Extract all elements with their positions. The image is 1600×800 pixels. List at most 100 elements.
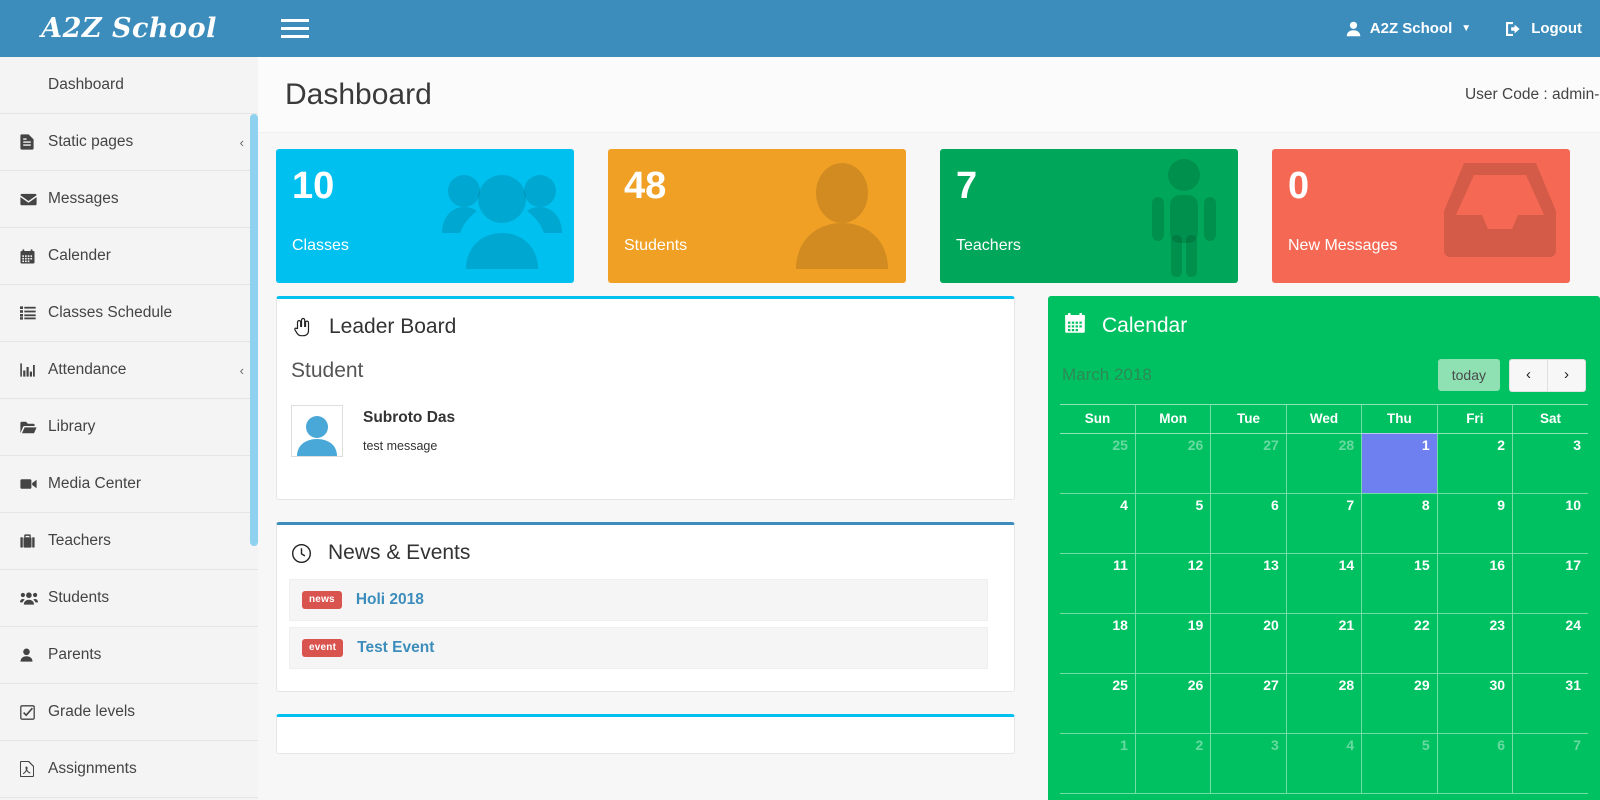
sidebar-nav: Dashboard Static pages ‹ Messages Calender Cl… (0, 57, 258, 798)
sidebar-item-dashboard[interactable]: Dashboard (0, 57, 258, 114)
calendar-day-cell[interactable]: 14 (1285, 552, 1362, 614)
calendar-day-cell[interactable]: 18 (1060, 612, 1136, 674)
calendar-day-cell[interactable]: 27 (1210, 432, 1287, 494)
calendar-day-cell[interactable]: 7 (1512, 732, 1588, 794)
extra-panel (276, 714, 1015, 754)
calendar-icon (20, 248, 44, 264)
calendar-day-cell[interactable]: 21 (1285, 612, 1362, 674)
person-standing-icon (1142, 157, 1226, 282)
calendar-day-cell[interactable]: 26 (1134, 672, 1211, 734)
leader-board-list: Subroto Das test message (291, 405, 1000, 483)
calendar-day-cell[interactable]: 6 (1210, 492, 1287, 554)
calendar-day-cell[interactable]: 27 (1210, 672, 1287, 734)
dashboard-page: A2Z School Dashboard Static pages ‹ Message… (0, 0, 1600, 800)
sidebar-item-library[interactable]: Library (0, 399, 258, 456)
stat-card-teachers[interactable]: 7 Teachers (940, 149, 1238, 283)
news-event-link[interactable]: Test Event (357, 639, 434, 657)
calendar-day-cell[interactable]: 4 (1285, 732, 1362, 794)
stat-card-caption: Classes (292, 237, 349, 254)
calendar-day-cell[interactable]: 28 (1285, 432, 1362, 494)
sidebar-item-attendance[interactable]: Attendance ‹ (0, 342, 258, 399)
inbox-icon (1442, 157, 1558, 262)
logout-button[interactable]: Logout (1505, 20, 1582, 37)
calendar-day-cell[interactable]: 16 (1436, 552, 1513, 614)
calendar-day-cell[interactable]: 31 (1512, 672, 1588, 734)
sidebar-item-assignments[interactable]: Assignments (0, 741, 258, 798)
calendar-day-cell[interactable]: 30 (1436, 672, 1513, 734)
stat-card-classes[interactable]: 10 Classes (276, 149, 574, 283)
calendar-day-cell[interactable]: 20 (1210, 612, 1287, 674)
calendar-day-cell[interactable]: 8 (1361, 492, 1438, 554)
sidebar-item-calender[interactable]: Calender (0, 228, 258, 285)
calendar-header: Calendar (1048, 296, 1600, 345)
calendar-day-cell[interactable]: 23 (1436, 612, 1513, 674)
calendar-day-cell[interactable]: 3 (1210, 732, 1287, 794)
leader-board-entry[interactable]: Subroto Das test message (291, 405, 1000, 483)
calendar-day-cell[interactable]: 24 (1512, 612, 1588, 674)
calendar-table: Sun Mon Tue Wed Thu Fri Sat 25 26 27 28 1 2 3 4 5 6 7 8 9 1… (1060, 403, 1588, 794)
sidebar-item-teachers[interactable]: Teachers (0, 513, 258, 570)
calendar-day-cell[interactable]: 10 (1512, 492, 1588, 554)
calendar-day-cell[interactable]: 19 (1134, 612, 1211, 674)
leader-board-body: Student Subroto Das test message (277, 349, 1014, 499)
calendar-day-cell[interactable]: 2 (1134, 732, 1211, 794)
calendar-month-label: March 2018 (1062, 365, 1152, 385)
calendar-day-cell[interactable]: 28 (1285, 672, 1362, 734)
calendar-day-cell[interactable]: 7 (1285, 492, 1362, 554)
calendar-day-cell[interactable]: 1 (1060, 732, 1136, 794)
calendar-day-cell[interactable]: 13 (1210, 552, 1287, 614)
calendar-day-today[interactable]: 1 (1361, 432, 1438, 494)
hamburger-icon[interactable] (270, 0, 320, 57)
sidebar-item-media-center[interactable]: Media Center (0, 456, 258, 513)
stat-card-new-messages[interactable]: 0 New Messages (1272, 149, 1570, 283)
stat-card-students[interactable]: 48 Students (608, 149, 906, 283)
calendar-day-header: Fri (1436, 403, 1513, 434)
news-events-header: News & Events (277, 525, 1014, 575)
calendar-day-cell[interactable]: 11 (1060, 552, 1136, 614)
calendar-day-cell[interactable]: 5 (1361, 732, 1438, 794)
calendar-day-cell[interactable]: 26 (1134, 432, 1211, 494)
calendar-prev-button[interactable]: ‹ (1509, 359, 1547, 392)
calendar-day-cell[interactable]: 17 (1512, 552, 1588, 614)
calendar-day-cell[interactable]: 15 (1361, 552, 1438, 614)
top-navbar: A2Z School ▼ Logout (258, 0, 1600, 57)
leader-board-entry-message: test message (363, 439, 438, 453)
calendar-day-cell[interactable]: 5 (1134, 492, 1211, 554)
calendar-day-cell[interactable]: 22 (1361, 612, 1438, 674)
sidebar-item-classes-schedule[interactable]: Classes Schedule (0, 285, 258, 342)
calendar-day-headers: Sun Mon Tue Wed Thu Fri Sat (1060, 403, 1588, 434)
calendar-today-button[interactable]: today (1437, 359, 1500, 392)
news-event-item[interactable]: event Test Event (289, 627, 988, 669)
calendar-day-cell[interactable]: 2 (1436, 432, 1513, 494)
news-event-item[interactable]: news Holi 2018 (289, 579, 988, 621)
sidebar: A2Z School Dashboard Static pages ‹ Message… (0, 0, 258, 800)
sidebar-item-static-pages[interactable]: Static pages ‹ (0, 114, 258, 171)
calendar-day-cell[interactable]: 25 (1060, 672, 1136, 734)
calendar-day-cell[interactable]: 3 (1512, 432, 1588, 494)
calendar-day-cell[interactable]: 25 (1060, 432, 1136, 494)
calendar-day-cell[interactable]: 29 (1361, 672, 1438, 734)
sidebar-item-messages[interactable]: Messages (0, 171, 258, 228)
calendar-day-cell[interactable]: 9 (1436, 492, 1513, 554)
stat-card-value: 48 (624, 165, 667, 207)
calendar-day-cell[interactable]: 12 (1134, 552, 1211, 614)
calendar-day-cell[interactable]: 4 (1060, 492, 1136, 554)
calendar-week-row: 18 19 20 21 22 23 24 (1060, 612, 1588, 674)
leader-board-panel: Leader Board Student Subroto Das test mes… (276, 296, 1015, 500)
sidebar-item-label: Media Center (48, 475, 142, 492)
news-event-link[interactable]: Holi 2018 (356, 591, 424, 609)
sidebar-item-students[interactable]: Students (0, 570, 258, 627)
user-menu-button[interactable]: A2Z School ▼ (1346, 20, 1471, 37)
calendar-day-cell[interactable]: 6 (1436, 732, 1513, 794)
dashboard-icon (20, 78, 44, 93)
sidebar-item-parents[interactable]: Parents (0, 627, 258, 684)
calendar-next-button[interactable]: › (1547, 359, 1586, 392)
leader-board-subtitle: Student (291, 359, 364, 382)
chevron-left-icon: ‹ (239, 134, 244, 150)
brand-logo[interactable]: A2Z School (0, 0, 258, 57)
sidebar-scrollbar-track[interactable] (250, 57, 258, 800)
sidebar-scrollbar-thumb[interactable] (250, 114, 258, 546)
sidebar-item-label: Dashboard (48, 76, 124, 93)
sidebar-item-grade-levels[interactable]: Grade levels (0, 684, 258, 741)
calendar-week-row: 1234567 (1060, 732, 1588, 794)
